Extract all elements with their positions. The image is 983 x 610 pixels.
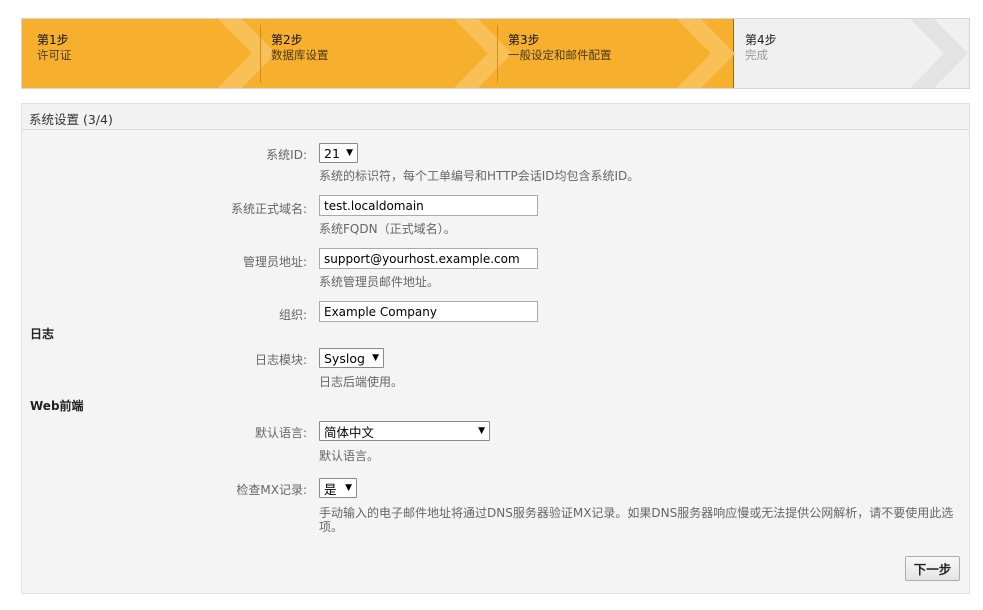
- dropdown-arrow-icon: ▼: [478, 426, 485, 436]
- panel-title: 系统设置 (3/4): [29, 112, 113, 127]
- mx-check-label: 检查MX记录:: [236, 483, 307, 497]
- language-label: 默认语言:: [254, 426, 307, 440]
- system-id-select[interactable]: 21 ▼: [319, 143, 358, 163]
- mx-check-hint: 手动输入的电子邮件地址将通过DNS服务器验证MX记录。如果DNS服务器响应慢或无…: [319, 506, 959, 534]
- panel-header: 系统设置 (3/4): [22, 104, 969, 130]
- step-separator-icon: [218, 19, 276, 88]
- system-id-hint: 系统的标识符，每个工单编号和HTTP会话ID均包含系统ID。: [319, 169, 640, 183]
- log-module-label: 日志模块:: [254, 353, 307, 367]
- step-3: 第3步 一般设定和邮件配置: [508, 33, 612, 63]
- system-id-label: 系统ID:: [266, 148, 307, 162]
- step-title: 第4步: [745, 33, 777, 47]
- step-separator-icon: [910, 19, 968, 88]
- system-id-value: 21: [324, 145, 340, 161]
- dropdown-arrow-icon: ▼: [346, 148, 353, 158]
- admin-email-label: 管理员地址:: [242, 255, 307, 269]
- fqdn-label: 系统正式域名:: [230, 202, 307, 216]
- dropdown-arrow-icon: ▼: [372, 353, 379, 363]
- log-module-hint: 日志后端使用。: [319, 375, 404, 389]
- step-4: 第4步 完成: [745, 33, 777, 63]
- step-title: 第3步: [508, 33, 540, 47]
- fqdn-input[interactable]: [319, 195, 538, 216]
- step-separator-icon: [677, 19, 735, 88]
- organization-input[interactable]: [319, 301, 538, 322]
- step-1: 第1步 许可证: [37, 33, 72, 63]
- dropdown-arrow-icon: ▼: [345, 483, 352, 493]
- steps-progress-fill: [22, 19, 734, 88]
- step-subtitle: 完成: [745, 48, 768, 62]
- mx-check-hint-line1: 手动输入的电子邮件地址将通过DNS服务器验证MX记录。如果DNS服务器响应慢或无…: [319, 506, 954, 520]
- fqdn-hint: 系统FQDN（正式域名）。: [319, 222, 456, 236]
- language-value: 简体中文: [324, 424, 375, 440]
- system-settings-panel: 系统设置 (3/4) 系统ID: 21 ▼ 系统的标识符，每个工单编号和HTTP…: [21, 103, 970, 594]
- step-divider: [497, 25, 498, 83]
- mx-check-select[interactable]: 是 ▼: [319, 478, 357, 498]
- step-divider: [260, 25, 261, 83]
- step-subtitle: 数据库设置: [271, 48, 329, 62]
- admin-email-input[interactable]: [319, 248, 538, 269]
- next-step-button[interactable]: 下一步: [905, 556, 960, 581]
- web-section-heading: Web前端: [30, 399, 84, 413]
- mx-check-hint-line2: 项。: [319, 520, 344, 534]
- language-select[interactable]: 简体中文 ▼: [319, 421, 490, 441]
- log-module-value: Syslog: [324, 350, 365, 366]
- language-hint: 默认语言。: [319, 449, 380, 463]
- mx-check-value: 是: [324, 481, 337, 497]
- admin-email-hint: 系统管理员邮件地址。: [319, 275, 440, 289]
- step-subtitle: 许可证: [37, 48, 72, 62]
- step-separator-icon: [454, 19, 512, 88]
- log-section-heading: 日志: [30, 327, 55, 341]
- step-title: 第1步: [37, 33, 69, 47]
- step-subtitle: 一般设定和邮件配置: [508, 48, 612, 62]
- step-2: 第2步 数据库设置: [271, 33, 329, 63]
- log-module-select[interactable]: Syslog ▼: [319, 348, 384, 368]
- organization-label: 组织:: [278, 308, 307, 322]
- wizard-steps: 第1步 许可证 第2步 数据库设置 第3步 一般设定和邮件配置 第4步 完成: [21, 18, 970, 89]
- step-title: 第2步: [271, 33, 303, 47]
